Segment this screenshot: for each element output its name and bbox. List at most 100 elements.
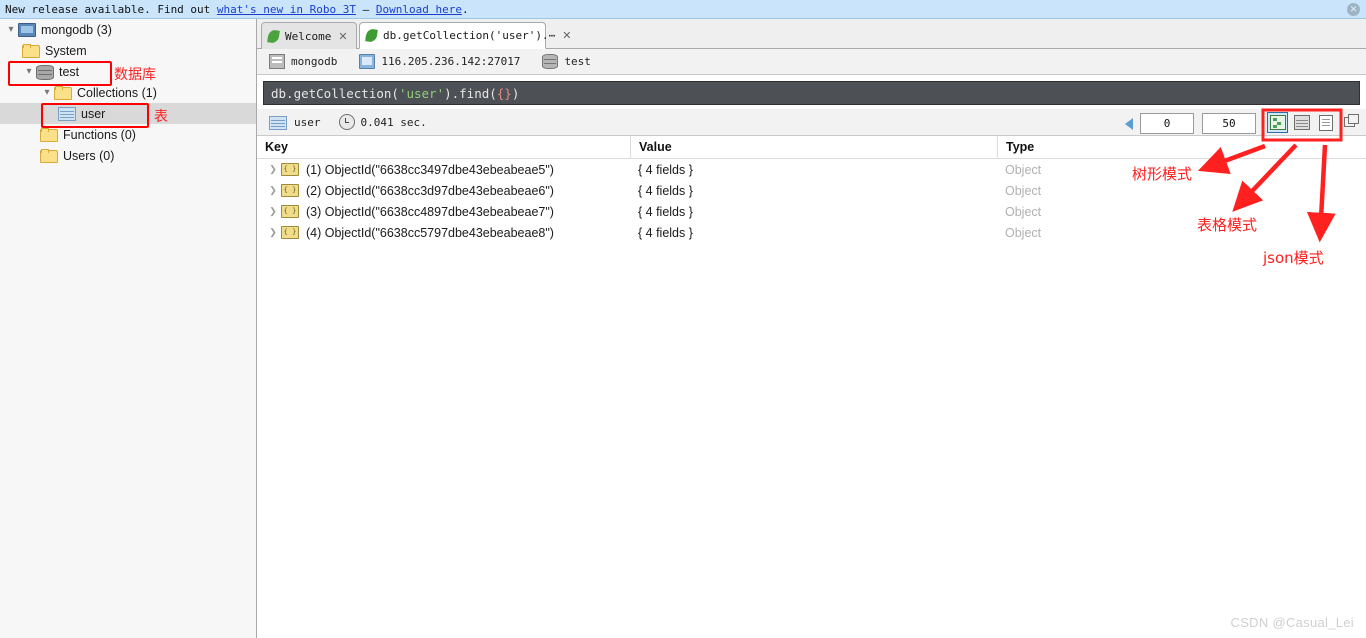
annotation-label-tree-mode: 树形模式: [1132, 165, 1193, 183]
results-toolbar: user 0.041 sec. 0 50: [257, 109, 1366, 136]
tree-item-label: user: [81, 106, 106, 121]
results-pager: 0 50: [1122, 113, 1274, 134]
results-grid[interactable]: Key Value Type (1) ObjectId("6638cc3497d…: [257, 136, 1366, 638]
cell-key: (4) ObjectId("6638cc5797dbe43ebeabeae8"): [257, 222, 630, 243]
annotation-label-database: 数据库: [114, 67, 156, 83]
annotation-label-table-mode: 表格模式: [1197, 216, 1258, 234]
column-header-key[interactable]: Key: [257, 136, 630, 158]
cell-type: Object: [1005, 225, 1042, 240]
cell-key: (3) ObjectId("6638cc4897dbe43ebeabeae7"): [257, 201, 630, 222]
chevron-right-icon[interactable]: [265, 185, 281, 196]
query-middle: ).find(: [444, 85, 497, 101]
cell-value: { 4 fields }: [638, 162, 693, 177]
table-view-icon[interactable]: [1291, 112, 1312, 133]
connection-server[interactable]: mongodb: [269, 54, 337, 69]
connection-database-label: test: [564, 55, 591, 68]
cell-key: (2) ObjectId("6638cc3d97dbe43ebeabeae6"): [257, 180, 630, 201]
cell-value: { 4 fields }: [638, 225, 693, 240]
tree-item-label: test: [59, 64, 80, 79]
cell-key-label: (2) ObjectId("6638cc3d97dbe43ebeabeae6"): [306, 183, 554, 198]
chevron-down-icon[interactable]: [4, 19, 18, 40]
chevron-right-icon[interactable]: [265, 164, 281, 175]
server-icon: [269, 54, 285, 69]
detach-window-icon[interactable]: [1344, 114, 1360, 129]
folder-icon: [22, 44, 40, 58]
close-icon[interactable]: ✕: [338, 30, 347, 43]
document-icon: [281, 205, 299, 218]
tree-item-system[interactable]: System: [0, 40, 256, 61]
tree-item-label: mongodb (3): [41, 22, 112, 37]
database-icon: [36, 64, 54, 80]
database-icon: [542, 54, 559, 69]
view-mode-buttons: [1267, 112, 1336, 133]
cell-value: { 4 fields }: [638, 183, 693, 198]
tree-node-list: mongodb (3) System test Collections (1) user…: [0, 19, 256, 166]
connection-database[interactable]: test: [542, 54, 591, 69]
notification-text: New release available. Find out what's n…: [0, 3, 469, 16]
table-row[interactable]: (1) ObjectId("6638cc3497dbe43ebeabeae5")…: [257, 159, 1366, 180]
download-here-link[interactable]: Download here: [376, 3, 462, 16]
tree-item-mongodb[interactable]: mongodb (3): [0, 19, 256, 40]
query-editor[interactable]: db.getCollection('user').find({}): [263, 81, 1360, 105]
table-row[interactable]: (2) ObjectId("6638cc3d97dbe43ebeabeae6")…: [257, 180, 1366, 201]
tab-welcome[interactable]: Welcome ✕: [261, 22, 357, 49]
leaf-icon: [267, 28, 280, 44]
table-icon: [269, 115, 287, 130]
document-icon: [281, 163, 299, 176]
limit-input[interactable]: 50: [1202, 113, 1256, 134]
result-collection: user: [269, 115, 321, 130]
whats-new-link[interactable]: what's new in Robo 3T: [217, 3, 356, 16]
clock-icon: [338, 114, 355, 130]
result-collection-label: user: [294, 115, 321, 129]
tree-item-label: System: [45, 43, 87, 58]
annotation-label-json-mode: json模式: [1263, 249, 1324, 267]
tab-welcome-label: Welcome: [285, 29, 332, 43]
query-prefix: db.getCollection(: [271, 85, 399, 101]
tree-view-icon[interactable]: [1267, 112, 1288, 133]
connection-host[interactable]: 116.205.236.142:27017: [359, 54, 520, 69]
watermark: CSDN @Casual_Lei: [1230, 615, 1354, 630]
chevron-right-icon[interactable]: [265, 206, 281, 217]
tree-item-collections[interactable]: Collections (1): [0, 82, 256, 103]
close-icon[interactable]: ✕: [1347, 3, 1360, 16]
chevron-down-icon[interactable]: [22, 61, 36, 82]
tree-item-label: Functions (0): [63, 127, 136, 142]
notification-prefix: New release available. Find out: [5, 2, 217, 16]
tab-query-label: db.getCollection('user').⋯: [383, 29, 556, 42]
result-time: 0.041 sec.: [338, 114, 427, 130]
tree-item-functions[interactable]: Functions (0): [0, 124, 256, 145]
document-icon: [281, 226, 299, 239]
leaf-icon: [365, 28, 378, 43]
tab-query[interactable]: db.getCollection('user').⋯ ✕: [359, 22, 571, 49]
chevron-right-icon[interactable]: [265, 227, 281, 238]
tree-item-users[interactable]: Users (0): [0, 145, 256, 166]
table-icon: [58, 107, 76, 121]
cell-key: (1) ObjectId("6638cc3497dbe43ebeabeae5"): [257, 159, 630, 180]
notification-period: .: [461, 2, 469, 16]
close-icon[interactable]: ✕: [562, 29, 571, 42]
column-header-type[interactable]: Type: [997, 136, 1366, 158]
query-braces: {}: [496, 85, 512, 101]
result-time-label: 0.041 sec.: [360, 115, 427, 129]
tree-item-user[interactable]: user: [0, 103, 256, 124]
folder-icon: [54, 86, 72, 100]
skip-input[interactable]: 0: [1140, 113, 1194, 134]
cell-value: { 4 fields }: [638, 204, 693, 219]
column-header-value[interactable]: Value: [630, 136, 997, 158]
arrow-left-icon[interactable]: [1122, 115, 1136, 133]
folder-icon: [40, 128, 58, 142]
results-grid-header: Key Value Type: [257, 136, 1366, 159]
chevron-down-icon[interactable]: [40, 82, 54, 103]
monitor-icon: [359, 54, 376, 69]
connection-host-label: 116.205.236.142:27017: [381, 55, 521, 68]
connection-info-bar: mongodb 116.205.236.142:27017 test: [257, 49, 1366, 75]
query-suffix: ): [511, 85, 520, 101]
connection-server-label: mongodb: [291, 55, 338, 68]
folder-icon: [40, 149, 58, 163]
json-view-icon[interactable]: [1315, 112, 1336, 133]
tree-item-label: Collections (1): [77, 85, 157, 100]
connection-tree-panel[interactable]: mongodb (3) System test Collections (1) user…: [0, 19, 257, 638]
editor-tab-strip: Welcome ✕ db.getCollection('user').⋯ ✕: [257, 19, 1366, 49]
cell-key-label: (1) ObjectId("6638cc3497dbe43ebeabeae5"): [306, 162, 554, 177]
cell-key-label: (3) ObjectId("6638cc4897dbe43ebeabeae7"): [306, 204, 554, 219]
